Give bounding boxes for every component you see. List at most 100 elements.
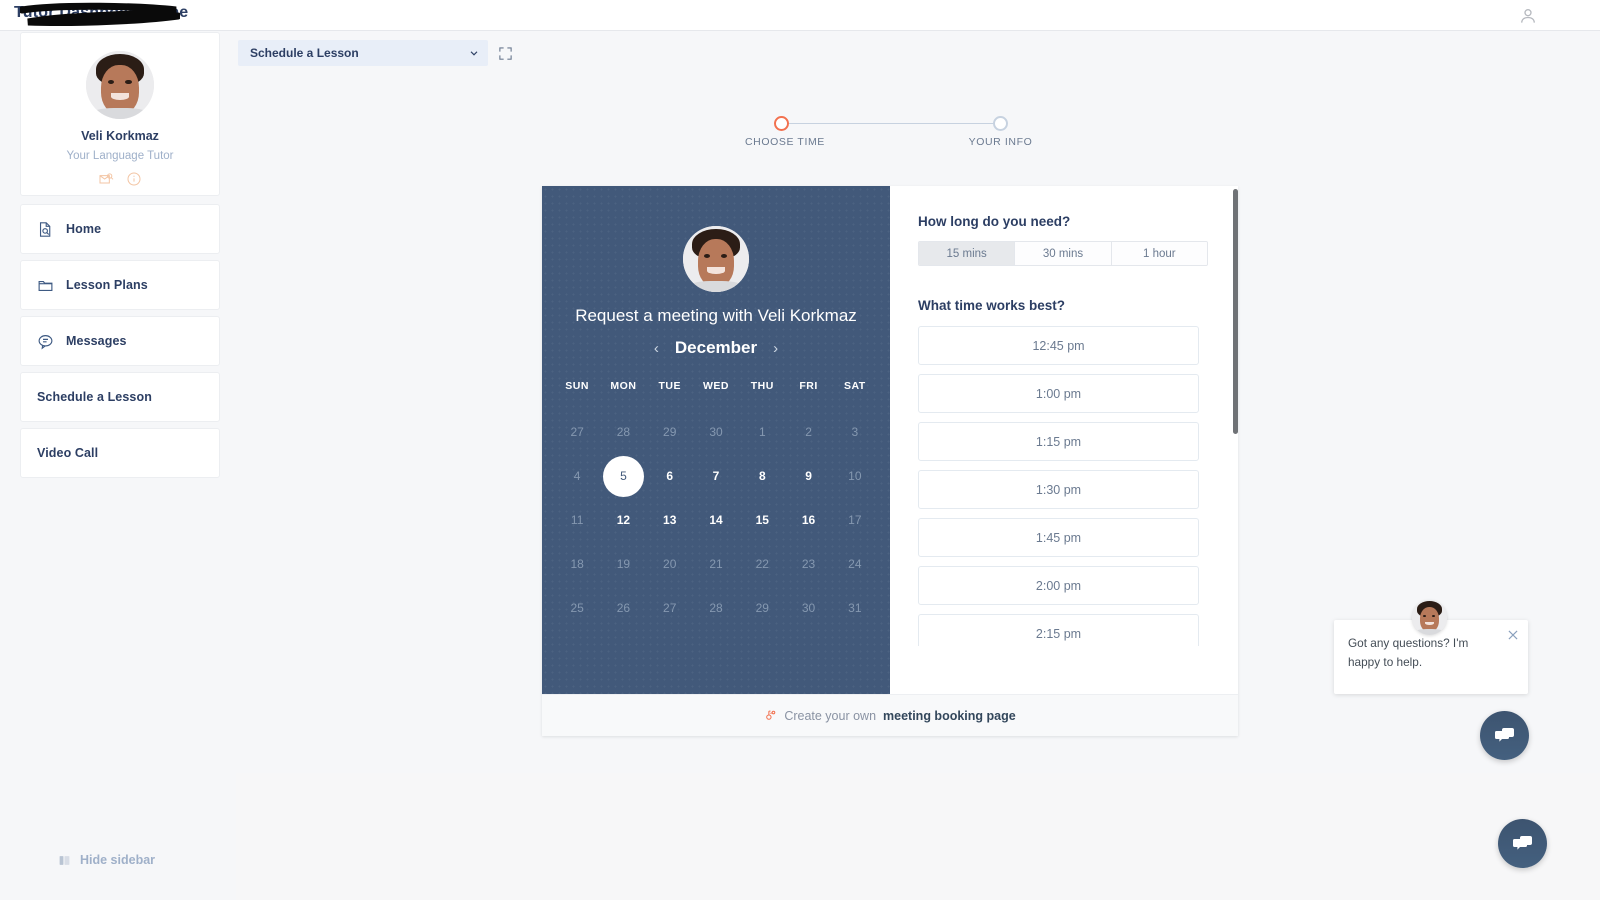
calendar-day-number: 9 [805,469,812,483]
calendar-day-number: 7 [712,469,720,483]
calendar-day[interactable]: 12 [600,498,646,542]
chevron-left-icon[interactable]: ‹ [654,341,659,356]
avatar [86,51,154,119]
calendar-day: 18 [554,542,600,586]
sidebar-item-messages[interactable]: Messages [20,316,220,366]
calendar-day: 23 [785,542,831,586]
duration-option[interactable]: 30 mins [1015,242,1112,265]
time-slot-button[interactable]: 2:15 pm [918,614,1199,646]
schedule-select[interactable]: Schedule a Lesson [238,40,488,66]
chat-launcher-button[interactable] [1480,711,1529,760]
duration-segmented-control: 15 mins 30 mins 1 hour [918,241,1208,266]
calendar-panel: Request a meeting with Veli Korkmaz ‹ De… [542,186,890,694]
user-account-icon[interactable] [1518,6,1538,26]
time-slot-button[interactable]: 1:00 pm [918,374,1199,413]
calendar-day-number: 29 [663,425,677,439]
calendar-day-number: 8 [758,469,766,483]
calendar-day: 27 [647,586,693,630]
calendar-day: 2 [785,410,831,454]
calendar-day-number: 30 [709,425,723,439]
tutor-profile-card: Veli Korkmaz Your Language Tutor [20,32,220,196]
calendar-day-number: 21 [709,557,723,571]
calendar-day[interactable]: 16 [785,498,831,542]
sidebar-item-label: Home [66,222,102,236]
duration-option[interactable]: 15 mins [919,242,1016,265]
calendar-day[interactable]: 14 [693,498,739,542]
top-header-bar: Tutor Dashboard Pane [0,0,1600,31]
avatar [683,226,749,292]
month-label: December [674,338,758,357]
booking-card: Request a meeting with Veli Korkmaz ‹ De… [542,186,1238,736]
chevron-down-icon [470,51,478,56]
sprocket-icon [766,710,776,720]
step-dot-choose-time[interactable] [774,116,789,131]
sidebar-item-label: Video Call [37,446,99,460]
chat-launcher-button-secondary[interactable] [1498,819,1547,868]
calendar-day[interactable]: 13 [647,498,693,542]
meeting-booking-page-link[interactable]: meeting booking page [883,709,1016,723]
time-slot-button[interactable]: 1:15 pm [918,422,1199,461]
close-icon[interactable] [1506,628,1520,642]
calendar-day-number: 15 [755,513,769,527]
sidebar-nav: Home Lesson Plans Messages Schedule a Le… [20,204,220,478]
stepper-connector [781,123,1000,124]
calendar-day-number: 19 [616,557,631,571]
time-slot-button[interactable]: 1:30 pm [918,470,1199,509]
calendar-day-number: 18 [570,557,584,571]
chat-bubbles-icon [1494,727,1514,742]
page-title: Tutor Dashboard Pane [14,4,189,21]
calendar-day: 24 [832,542,878,586]
mail-search-icon[interactable] [98,171,114,187]
hide-sidebar-button[interactable]: Hide sidebar [58,853,155,867]
schedule-select-value: Schedule a Lesson [250,46,359,60]
panel-icon [59,855,70,865]
calendar-day-number: 12 [616,513,631,527]
calendar-day: 28 [600,410,646,454]
sidebar-item-label: Lesson Plans [66,278,148,292]
time-slot-button[interactable]: 2:00 pm [918,566,1199,605]
sidebar: Veli Korkmaz Your Language Tutor Home Le [20,31,220,881]
calendar-day[interactable]: 8 [739,454,785,498]
duration-question: How long do you need? [918,214,1071,229]
calendar-day: 30 [693,410,739,454]
time-slot-list: 12:45 pm 1:00 pm 1:15 pm 1:30 pm 1:45 pm 2:00… [918,326,1212,646]
calendar-day: 26 [600,586,646,630]
time-slot-scrollbar[interactable] [1233,189,1238,434]
calendar-day: 19 [600,542,646,586]
calendar-day-number: 14 [709,513,723,527]
calendar-day[interactable]: 15 [739,498,785,542]
calendar-day[interactable]: 6 [647,454,693,498]
time-slot-button[interactable]: 1:45 pm [918,518,1199,557]
chat-avatar [1412,600,1447,635]
calendar-day[interactable]: 7 [693,454,739,498]
booking-stepper: CHOOSE TIME YOUR INFO [745,108,1045,154]
calendar-day-number: 5 [620,469,627,483]
sidebar-item-home[interactable]: Home [20,204,220,254]
calendar-day-header: TUE [658,380,681,392]
sidebar-item-video-call[interactable]: Video Call [20,428,220,478]
calendar-day: 25 [554,586,600,630]
expand-icon[interactable] [498,46,513,61]
calendar-day-number: 20 [663,557,677,571]
sidebar-item-lesson-plans[interactable]: Lesson Plans [20,260,220,310]
document-search-icon [39,221,51,237]
calendar-day-number: 3 [851,425,859,439]
step-dot-your-info[interactable] [993,116,1008,131]
content-toolbar: Schedule a Lesson [238,40,513,66]
duration-option[interactable]: 1 hour [1111,242,1207,265]
calendar-day: 1 [739,410,785,454]
calendar-day-selected[interactable]: 5 [600,454,646,498]
chevron-right-icon[interactable]: › [773,341,778,356]
calendar-day-number: 1 [758,425,766,439]
sidebar-item-schedule-a-lesson[interactable]: Schedule a Lesson [20,372,220,422]
calendar-day-header: THU [750,380,774,392]
calendar-day-header: SAT [843,380,866,392]
calendar-day-header: FRI [799,380,818,392]
calendar-day[interactable]: 9 [785,454,831,498]
info-circle-icon[interactable] [126,171,142,187]
footer-text: Create your own [784,708,877,723]
calendar-day-number: 27 [570,425,584,439]
calendar-day-number: 2 [805,425,812,439]
calendar-day: 29 [739,586,785,630]
time-slot-button[interactable]: 12:45 pm [918,326,1199,365]
